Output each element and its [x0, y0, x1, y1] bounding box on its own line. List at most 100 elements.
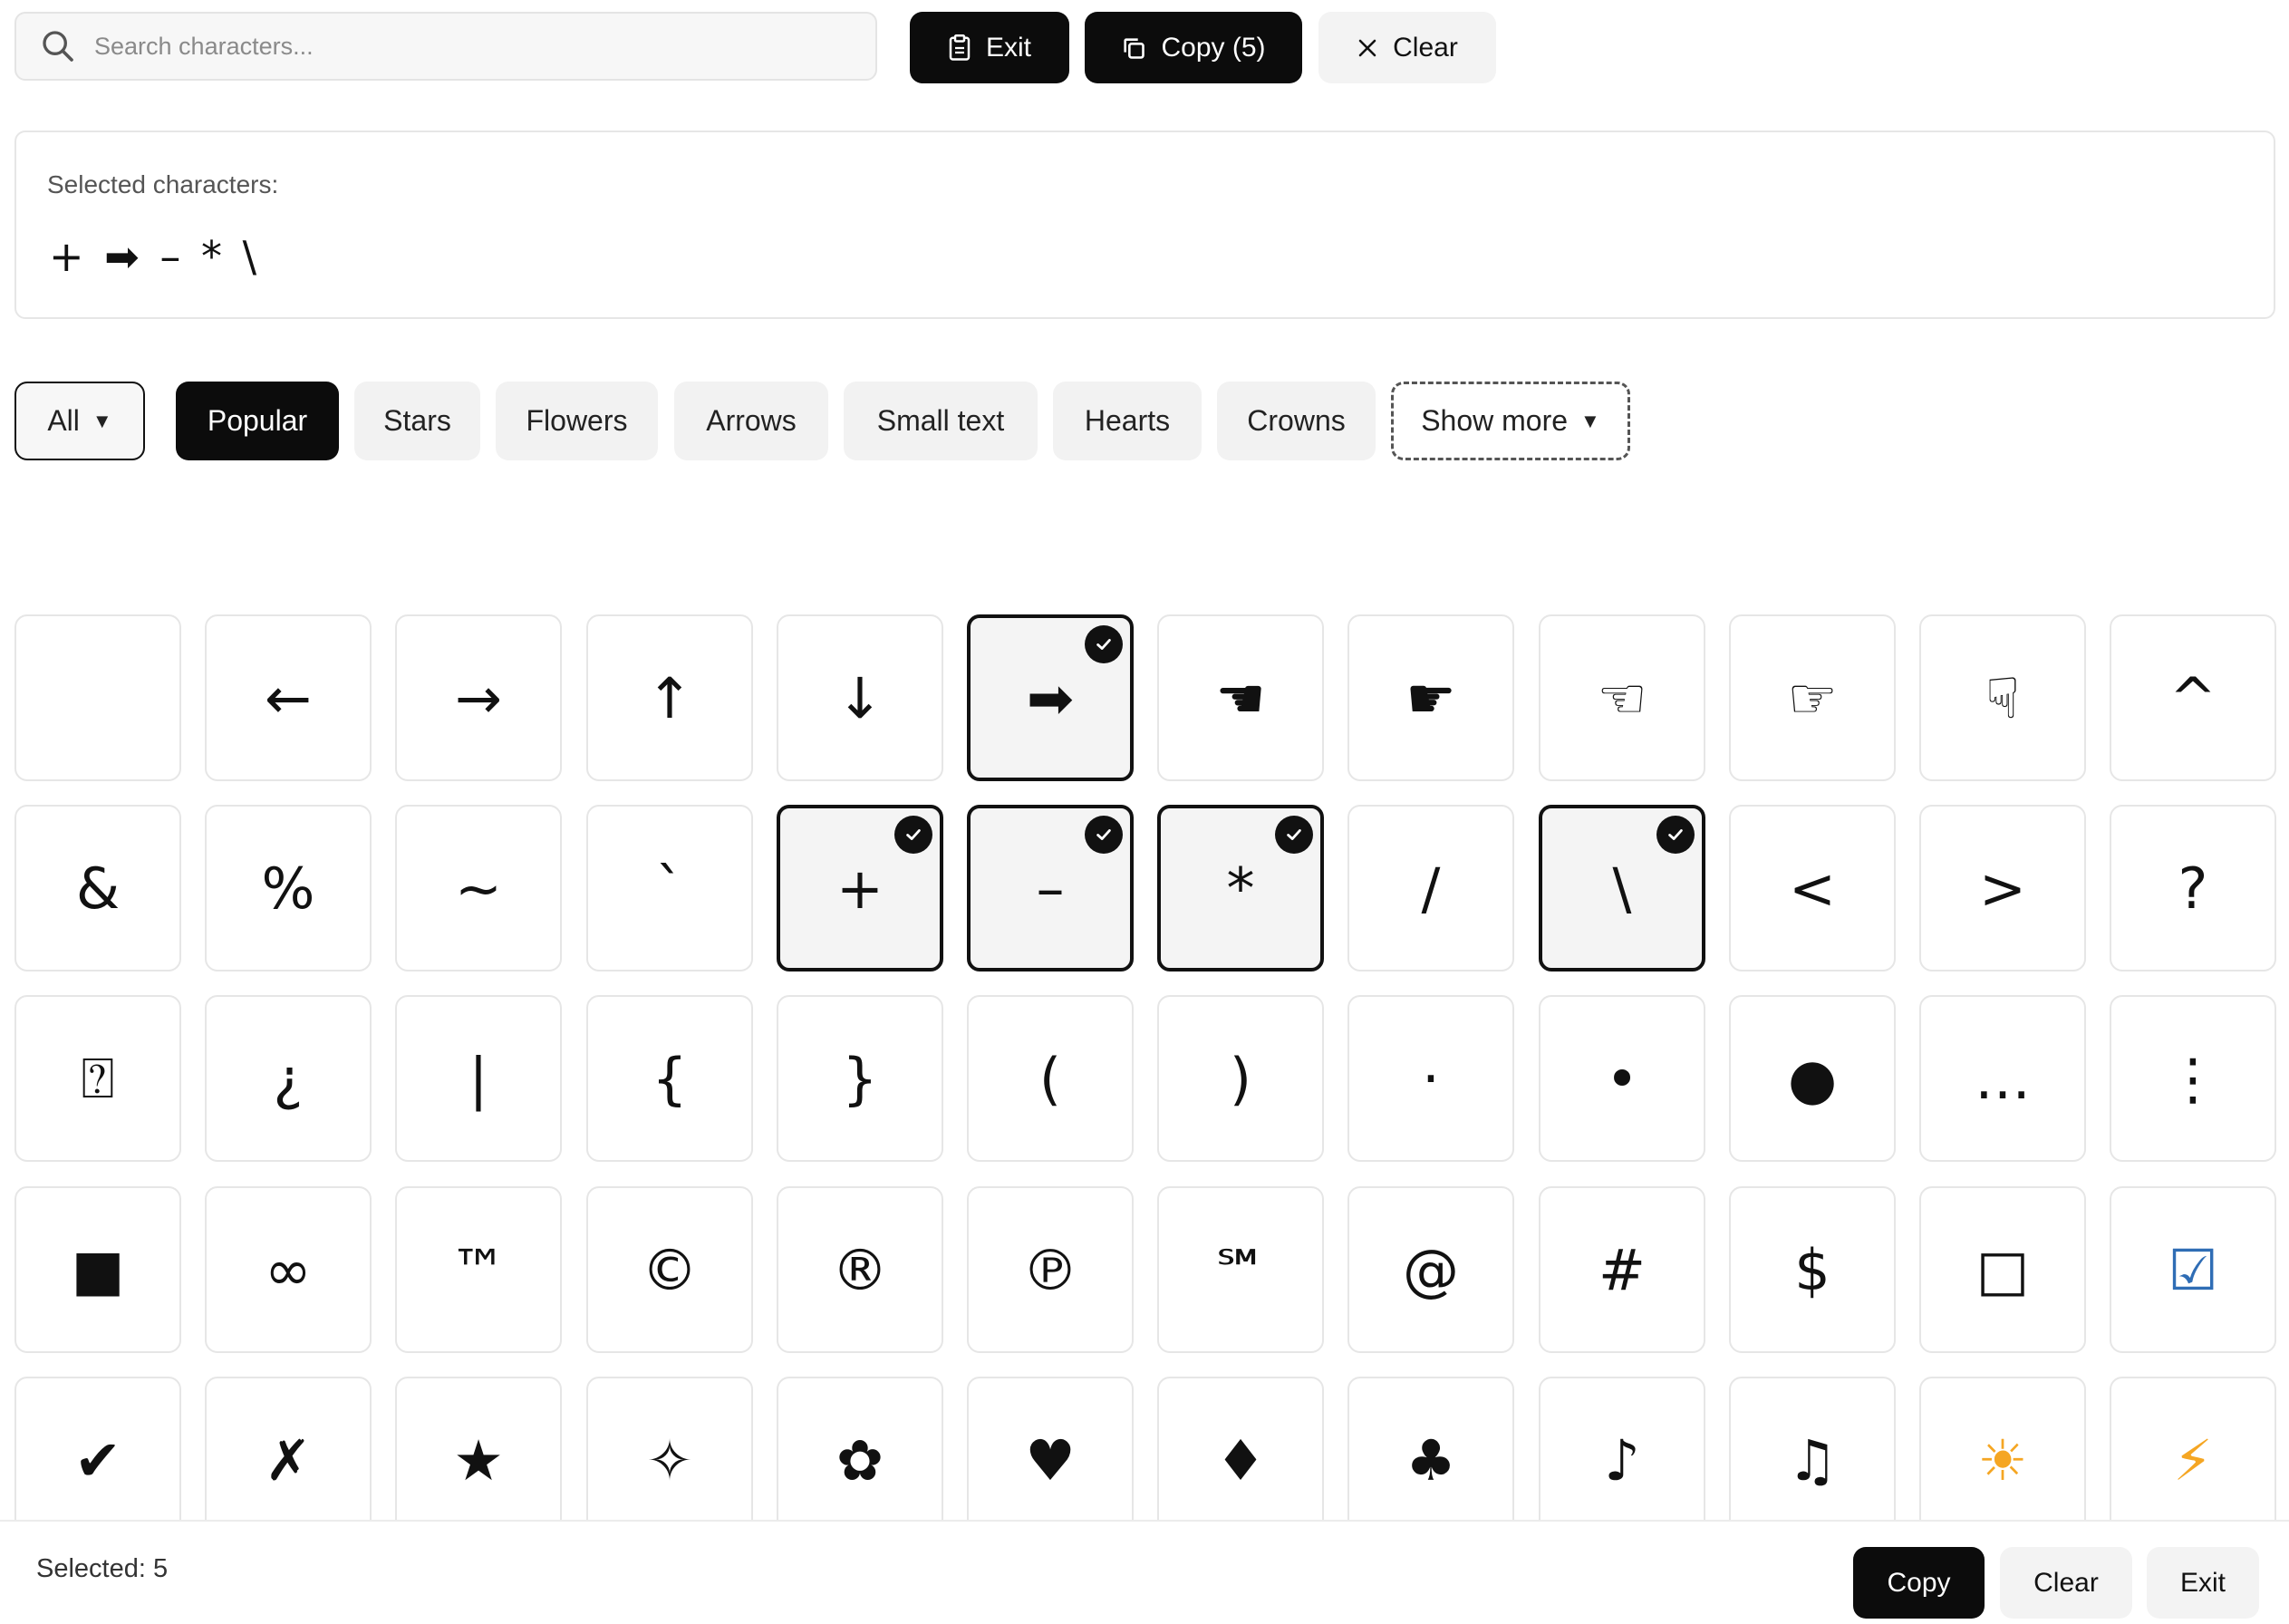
exit-button-label: Exit [985, 32, 1031, 63]
show-more-dropdown[interactable]: Show more ▼ [1391, 382, 1630, 460]
character-tile[interactable]: © [586, 1186, 753, 1353]
character-glyph: } [842, 1045, 878, 1112]
character-tile[interactable]: ✧ [586, 1377, 753, 1521]
character-tile[interactable]: ⚡ [2110, 1377, 2276, 1521]
character-glyph: & [75, 855, 121, 922]
check-icon [1275, 816, 1313, 854]
character-tile[interactable]: ® [777, 1186, 943, 1353]
filter-hearts[interactable]: Hearts [1053, 382, 1202, 460]
character-tile[interactable]: ⋮ [2110, 995, 2276, 1162]
copy-button[interactable]: Copy (5) [1085, 12, 1302, 83]
copy-icon [1124, 37, 1145, 59]
filter-flowers[interactable]: Flowers [496, 382, 658, 460]
character-tile[interactable]: \ [1539, 805, 1705, 972]
character-tile[interactable]: ↑ [586, 614, 753, 781]
character-tile[interactable]: → [395, 614, 562, 781]
character-tile[interactable]: ★ [395, 1377, 562, 1521]
character-tile[interactable]: ♦ [1157, 1377, 1324, 1521]
filter-label: Small text [876, 404, 1005, 437]
caret-down-icon: ▼ [92, 409, 112, 432]
all-dropdown[interactable]: All ▼ [14, 382, 145, 460]
character-tile[interactable]: # [1539, 1186, 1705, 1353]
character-tile[interactable]: ℗ [967, 1186, 1134, 1353]
character-tile[interactable]: … [1919, 995, 2086, 1162]
character-glyph: … [1975, 1045, 2031, 1112]
character-tile[interactable]: / [1347, 805, 1514, 972]
character-glyph: * [1226, 855, 1255, 922]
character-glyph: ⋮ [2165, 1045, 2221, 1112]
character-tile[interactable]: } [777, 995, 943, 1162]
character-tile[interactable]: ← [205, 614, 372, 781]
character-glyph: ( [1038, 1045, 1062, 1112]
character-tile[interactable]: < [1729, 805, 1896, 972]
character-glyph: ^ [2169, 664, 2217, 731]
search-bar[interactable] [14, 12, 877, 81]
character-tile[interactable]: > [1919, 805, 2086, 972]
character-tile[interactable] [14, 614, 181, 781]
character-tile[interactable]: ■ [14, 1186, 181, 1353]
character-tile[interactable]: | [395, 995, 562, 1162]
exit-button[interactable]: Exit [910, 12, 1069, 83]
character-glyph: < [1789, 855, 1836, 922]
character-glyph: + [836, 855, 884, 922]
character-glyph: □ [1975, 1236, 2030, 1303]
selected-characters-text[interactable]: + ➡ – * \ [49, 232, 260, 281]
character-tile[interactable]: □ [1919, 1186, 2086, 1353]
character-tile[interactable]: • [1539, 995, 1705, 1162]
filter-arrows[interactable]: Arrows [674, 382, 828, 460]
clear-button[interactable]: Clear [1318, 12, 1496, 83]
character-glyph: → [455, 664, 502, 731]
character-tile[interactable]: ☞ [1729, 614, 1896, 781]
character-tile[interactable]: * [1157, 805, 1324, 972]
character-glyph: · [1422, 1045, 1440, 1112]
character-tile[interactable]: · [1347, 995, 1514, 1162]
character-tile[interactable]: ☀ [1919, 1377, 2086, 1521]
character-tile[interactable]: ↓ [777, 614, 943, 781]
character-tile[interactable]: ∞ [205, 1186, 372, 1353]
character-tile[interactable]: ¿ [205, 995, 372, 1162]
character-tile[interactable]: ` [586, 805, 753, 972]
bottom-exit-button[interactable]: Exit [2147, 1547, 2259, 1619]
character-tile[interactable]: ♫ [1729, 1377, 1896, 1521]
character-tile[interactable]: ♪ [1539, 1377, 1705, 1521]
character-tile[interactable]: ☜ [1539, 614, 1705, 781]
character-glyph: ☜ [1597, 664, 1647, 731]
character-tile[interactable]: ♣ [1347, 1377, 1514, 1521]
character-tile[interactable]: ) [1157, 995, 1324, 1162]
character-tile[interactable]: ✗ [205, 1377, 372, 1521]
character-tile[interactable]: ~ [395, 805, 562, 972]
character-tile[interactable]: ☚ [1157, 614, 1324, 781]
character-tile[interactable]: % [205, 805, 372, 972]
character-tile[interactable]: ☑ [2110, 1186, 2276, 1353]
character-tile[interactable]: & [14, 805, 181, 972]
filter-small-text[interactable]: Small text [844, 382, 1038, 460]
search-input[interactable] [92, 31, 839, 62]
filter-popular[interactable]: Popular [176, 382, 339, 460]
character-tile[interactable]: @ [1347, 1186, 1514, 1353]
character-tile[interactable]: ? [2110, 805, 2276, 972]
bottom-copy-button[interactable]: Copy [1853, 1547, 1985, 1619]
selected-count: Selected: 5 [36, 1554, 169, 1583]
character-tile[interactable]: ☟ [1919, 614, 2086, 781]
character-glyph: ☞ [1787, 664, 1838, 731]
character-tile[interactable]: ™ [395, 1186, 562, 1353]
character-tile[interactable]: ⍰ [14, 995, 181, 1162]
character-tile[interactable]: ✔ [14, 1377, 181, 1521]
character-tile[interactable]: ➡ [967, 614, 1134, 781]
character-tile[interactable]: ℠ [1157, 1186, 1324, 1353]
character-tile[interactable]: ( [967, 995, 1134, 1162]
character-tile[interactable]: + [777, 805, 943, 972]
filter-crowns[interactable]: Crowns [1217, 382, 1376, 460]
character-tile[interactable]: ● [1729, 995, 1896, 1162]
character-tile[interactable]: $ [1729, 1186, 1896, 1353]
character-tile[interactable]: ✿ [777, 1377, 943, 1521]
all-dropdown-label: All [47, 404, 80, 437]
filter-stars[interactable]: Stars [354, 382, 480, 460]
character-tile[interactable]: ^ [2110, 614, 2276, 781]
character-tile[interactable]: ♥ [967, 1377, 1134, 1521]
character-tile[interactable]: { [586, 995, 753, 1162]
bottom-clear-button[interactable]: Clear [2000, 1547, 2132, 1619]
character-tile[interactable]: – [967, 805, 1134, 972]
character-tile[interactable]: ☛ [1347, 614, 1514, 781]
filter-label: Popular [207, 404, 308, 437]
